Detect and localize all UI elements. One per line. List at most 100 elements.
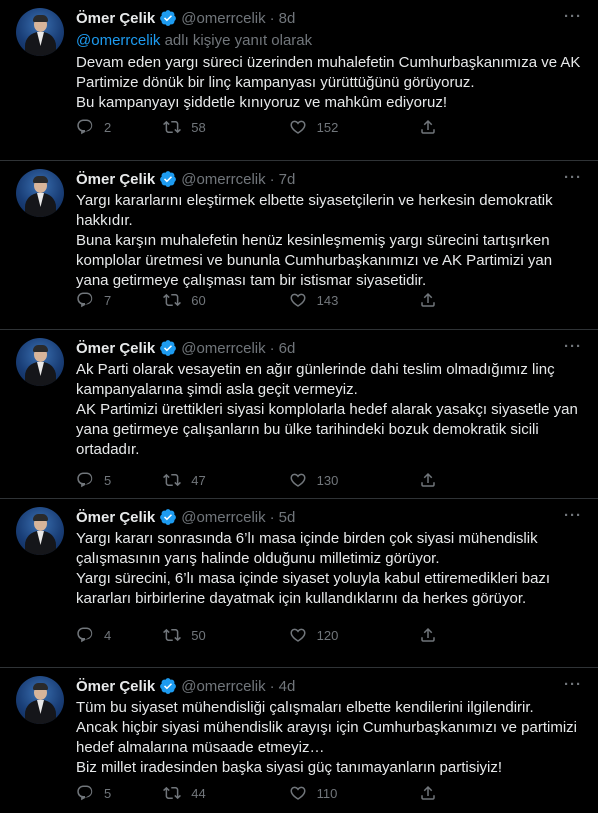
like-button[interactable]: 110 [289,784,419,802]
retweet-button[interactable]: 58 [163,118,288,136]
tweet-time[interactable]: 8d [279,10,296,27]
avatar-figure-hair [33,514,48,521]
tweet-header: Ömer Çelik @omerrcelik · 5d ··· [76,507,582,527]
verified-badge-icon [159,508,177,526]
reply-count: 4 [104,627,112,643]
like-count: 152 [316,119,339,135]
share-button[interactable] [419,471,506,489]
more-options-icon[interactable]: ··· [564,676,582,693]
share-button[interactable] [419,626,506,644]
share-icon [420,292,435,307]
tweet-actions: 2 58 152 [76,118,506,136]
tweet-time[interactable]: 4d [279,678,296,695]
author-name[interactable]: Ömer Çelik [76,171,155,188]
like-count: 120 [316,627,339,643]
avatar-figure-hair [33,15,48,22]
tweet[interactable]: Ömer Çelik @omerrcelik · 5d ··· Yargı ka… [0,499,598,668]
author-name[interactable]: Ömer Çelik [76,509,155,526]
retweet-button[interactable]: 47 [163,471,288,489]
retweet-icon [163,120,182,134]
tweet[interactable]: Ömer Çelik @omerrcelik · 6d ··· Ak Parti… [0,330,598,499]
tweet-paragraph: Yargı sürecini, 6’lı masa içinde siyaset… [76,570,551,607]
separator-dot: · [269,339,275,357]
reply-icon [77,785,93,801]
heart-icon [290,120,306,134]
share-button[interactable] [419,784,506,802]
share-icon [420,785,435,800]
avatar[interactable] [16,507,64,555]
reply-button[interactable]: 7 [76,291,163,309]
tweet-content: Ömer Çelik @omerrcelik · 4d ··· Tüm bu s… [76,676,582,778]
like-count: 130 [316,472,339,488]
reply-context: @omerrcelik adlı kişiye yanıt olarak [76,31,582,51]
heart-icon [290,628,306,642]
retweet-count: 60 [191,292,206,308]
tweet-text: Devam eden yargı süreci üzerinden muhale… [76,53,582,113]
more-options-icon[interactable]: ··· [564,338,582,355]
avatar[interactable] [16,338,64,386]
verified-badge-icon [159,170,177,188]
retweet-count: 47 [191,472,206,488]
reply-count: 7 [104,292,112,308]
tweet-time[interactable]: 5d [279,509,296,526]
avatar[interactable] [16,676,64,724]
tweet-actions: 5 47 130 [76,471,506,489]
reply-icon [77,119,93,135]
avatar[interactable] [16,169,64,217]
retweet-button[interactable]: 44 [163,784,288,802]
reply-button[interactable]: 2 [76,118,163,136]
tweet-header: Ömer Çelik @omerrcelik · 8d ··· [76,8,582,28]
like-count: 110 [316,785,338,801]
separator-dot: · [269,170,275,188]
retweet-button[interactable]: 60 [163,291,288,309]
author-handle[interactable]: @omerrcelik [181,509,265,526]
more-options-icon[interactable]: ··· [564,169,582,186]
tweet-actions: 5 44 110 [76,784,506,802]
avatar-figure-hair [33,345,48,352]
author-handle[interactable]: @omerrcelik [181,10,265,27]
share-button[interactable] [419,291,506,309]
verified-badge-icon [159,677,177,695]
tweet-header: Ömer Çelik @omerrcelik · 7d ··· [76,169,582,189]
author-handle[interactable]: @omerrcelik [181,340,265,357]
separator-dot: · [269,508,275,526]
reply-button[interactable]: 5 [76,471,163,489]
more-options-icon[interactable]: ··· [564,507,582,524]
like-button[interactable]: 120 [289,626,419,644]
tweet-paragraph: Devam eden yargı süreci üzerinden muhale… [76,54,581,91]
author-handle[interactable]: @omerrcelik [181,678,265,695]
verified-badge-icon [159,339,177,357]
share-button[interactable] [419,118,506,136]
reply-button[interactable]: 5 [76,784,163,802]
tweet-time[interactable]: 7d [279,171,296,188]
retweet-button[interactable]: 50 [163,626,288,644]
author-name[interactable]: Ömer Çelik [76,10,155,27]
tweet[interactable]: Ömer Çelik @omerrcelik · 8d ··· @omerrce… [0,0,598,161]
like-button[interactable]: 152 [289,118,419,136]
reply-button[interactable]: 4 [76,626,163,644]
tweet-paragraph: Bu kampanyayı şiddetle kınıyoruz ve mahk… [76,94,448,111]
retweet-icon [163,786,182,800]
reply-icon [77,627,93,643]
tweet-paragraph: Tüm bu siyaset mühendisliği çalışmaları … [76,699,534,716]
author-name[interactable]: Ömer Çelik [76,678,155,695]
tweet[interactable]: Ömer Çelik @omerrcelik · 7d ··· Yargı ka… [0,161,598,330]
reply-mention-link[interactable]: @omerrcelik [76,32,160,49]
reply-icon [77,292,93,308]
like-button[interactable]: 130 [289,471,419,489]
reply-count: 2 [104,119,112,135]
like-button[interactable]: 143 [289,291,419,309]
more-options-icon[interactable]: ··· [564,8,582,25]
retweet-count: 58 [191,119,206,135]
avatar[interactable] [16,8,64,56]
retweet-count: 50 [191,627,206,643]
tweet-time[interactable]: 6d [279,340,296,357]
avatar-figure-hair [33,683,48,690]
author-handle[interactable]: @omerrcelik [181,171,265,188]
separator-dot: · [269,9,275,27]
tweet-text: Ak Parti olarak vesayetin en ağır günler… [76,360,582,460]
author-name[interactable]: Ömer Çelik [76,340,155,357]
tweet[interactable]: Ömer Çelik @omerrcelik · 4d ··· Tüm bu s… [0,668,598,812]
separator-dot: · [269,677,275,695]
retweet-icon [163,628,182,642]
